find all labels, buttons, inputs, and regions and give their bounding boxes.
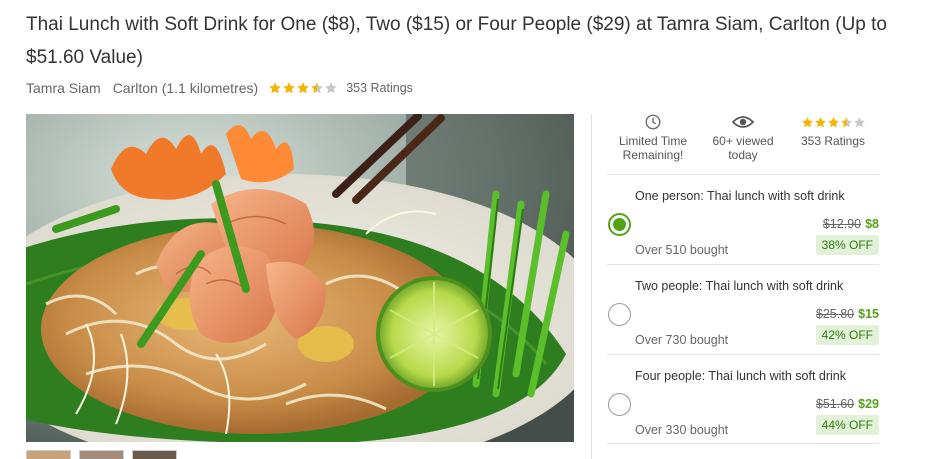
option-name: One person: Thai lunch with soft drink <box>635 189 845 203</box>
option-one-person[interactable]: One person: Thai lunch with soft drink $… <box>607 174 879 264</box>
original-price: $25.80 <box>815 307 855 321</box>
discount-badge: 42% OFF <box>815 325 879 345</box>
option-radio[interactable] <box>608 393 631 416</box>
deal-stats: Limited Time Remaining! 60+ viewed today… <box>608 112 878 172</box>
pad-thai-photo <box>26 114 574 442</box>
column-divider <box>591 114 592 459</box>
option-four-people[interactable]: Four people: Thai lunch with soft drink … <box>607 354 879 444</box>
discount-badge: 38% OFF <box>815 235 879 255</box>
option-prices: $25.80 $15 <box>816 307 879 321</box>
thumbnail-1[interactable] <box>26 450 71 459</box>
stat-ratings[interactable]: 353 Ratings <box>788 112 878 172</box>
option-prices: $12.90 $8 <box>823 217 879 231</box>
stat-time-line1: Limited Time <box>618 134 688 148</box>
stat-viewed-line2: today <box>728 148 758 162</box>
star-icon <box>283 82 296 94</box>
thumbnail-2[interactable] <box>79 450 124 459</box>
clock-icon <box>645 114 661 130</box>
star-icon <box>297 82 310 94</box>
thumbnail-3[interactable] <box>132 450 177 459</box>
option-name: Two people: Thai lunch with soft drink <box>635 279 844 293</box>
ratings-count-link[interactable]: 353 Ratings <box>346 81 413 95</box>
stat-time-remaining: Limited Time Remaining! <box>608 112 698 172</box>
star-icon <box>827 116 839 127</box>
stat-time-line2: Remaining! <box>622 148 684 162</box>
image-thumbnails <box>26 450 177 459</box>
deal-price: $8 <box>865 217 879 231</box>
star-icon <box>269 82 282 94</box>
empty-star-icon <box>853 116 865 127</box>
star-icon <box>814 116 826 127</box>
half-star-icon <box>311 82 324 94</box>
eye-icon <box>732 116 754 128</box>
original-price: $12.90 <box>822 217 862 231</box>
deal-price: $29 <box>858 397 879 411</box>
deal-title: Thai Lunch with Soft Drink for One ($8),… <box>26 14 888 68</box>
option-two-people[interactable]: Two people: Thai lunch with soft drink $… <box>607 264 879 354</box>
stat-ratings-count: 353 Ratings <box>800 134 866 148</box>
star-rating-icon <box>788 112 878 132</box>
stat-viewed: 60+ viewed today <box>698 112 788 172</box>
deal-meta: Tamra Siam Carlton (1.1 kilometres) 353 … <box>26 78 413 98</box>
bought-count: Over 510 bought <box>635 243 729 257</box>
option-name: Four people: Thai lunch with soft drink <box>635 369 846 383</box>
star-icon <box>801 116 813 127</box>
half-star-icon <box>840 116 852 127</box>
location-link[interactable]: Carlton (1.1 kilometres) <box>113 80 259 96</box>
rating-stars[interactable] <box>268 81 338 95</box>
merchant-link[interactable]: Tamra Siam <box>26 80 101 96</box>
option-prices: $51.60 $29 <box>816 397 879 411</box>
stat-viewed-line1: 60+ viewed <box>712 134 774 148</box>
option-radio[interactable] <box>608 213 631 236</box>
discount-badge: 44% OFF <box>815 415 879 435</box>
deal-hero-image[interactable] <box>26 114 574 442</box>
original-price: $51.60 <box>815 397 855 411</box>
bought-count: Over 730 bought <box>635 333 729 347</box>
deal-price: $15 <box>858 307 879 321</box>
bought-count: Over 330 bought <box>635 423 729 437</box>
option-radio[interactable] <box>608 303 631 326</box>
empty-star-icon <box>325 82 338 94</box>
deal-options: One person: Thai lunch with soft drink $… <box>607 174 879 444</box>
